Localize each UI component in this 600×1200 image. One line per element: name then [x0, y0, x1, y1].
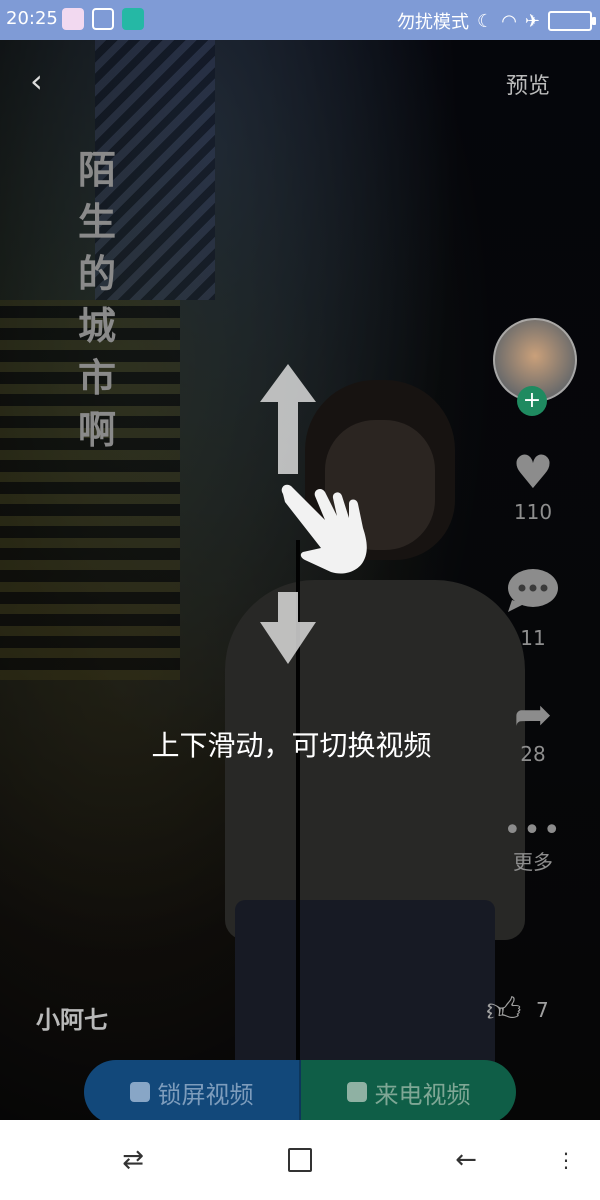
set-video-actions: 锁屏视频 来电视频	[84, 1060, 516, 1120]
nav-home-button[interactable]	[280, 1144, 320, 1176]
more-dots-icon: •••	[503, 813, 563, 848]
thumbs-up-count: 7	[536, 998, 549, 1022]
chevron-left-icon: ‹	[30, 62, 43, 100]
dnd-label: 勿扰模式	[397, 12, 470, 33]
swipe-up-arrow-icon	[260, 364, 316, 474]
comment-icon	[493, 566, 573, 626]
square-home-icon	[288, 1148, 312, 1172]
comment-button[interactable]: 11	[493, 566, 573, 650]
status-right: 勿扰模式 ☾ ◠ ✈	[397, 8, 596, 34]
more-label: 更多	[513, 850, 553, 874]
swipe-down-arrow-icon	[260, 592, 316, 664]
lock-screen-video-button[interactable]: 锁屏视频	[84, 1060, 301, 1120]
more-button[interactable]: ••• 更多	[493, 816, 573, 875]
menu-lines-icon: ⋮	[556, 1148, 576, 1172]
status-bar: 20:25 勿扰模式 ☾ ◠ ✈	[0, 0, 600, 40]
video-player[interactable]: 陌生的城市啊 + ♥ 110 11 ➦ 28 ••• 更多 小阿七 👍︎ 7 锁…	[0, 40, 600, 1120]
wifi-icon: ◠	[501, 10, 517, 32]
usb-icon	[122, 8, 144, 30]
status-time: 20:25	[6, 8, 58, 29]
lock-screen-video-label: 锁屏视频	[157, 1080, 254, 1109]
moon-icon: ☾	[477, 10, 494, 32]
heart-icon: ♥	[512, 445, 554, 499]
like-count: 110	[513, 500, 553, 524]
call-video-button[interactable]: 来电视频	[301, 1060, 516, 1120]
thumb-notification-icon	[92, 8, 114, 30]
nav-menu-button[interactable]: ⋮	[546, 1144, 586, 1176]
comment-count: 11	[520, 626, 546, 650]
video-vertical-title: 陌生的城市啊	[78, 147, 117, 452]
lock-icon	[129, 1082, 150, 1102]
swipe-hand-icon	[281, 484, 367, 574]
app-notification-icon	[62, 8, 84, 30]
nav-switch-button[interactable]: ⇄	[113, 1144, 153, 1176]
switch-arrows-icon: ⇄	[122, 1145, 144, 1175]
preview-button[interactable]: 预览	[506, 68, 550, 100]
back-arrow-icon: ←	[455, 1145, 477, 1175]
author-name[interactable]: 小阿七	[36, 1000, 108, 1035]
nav-back-button[interactable]: ←	[446, 1144, 486, 1176]
phone-icon	[346, 1082, 367, 1102]
call-video-label: 来电视频	[374, 1080, 471, 1109]
thumbs-up-icon[interactable]: 👍︎	[486, 990, 522, 1031]
follow-plus-icon[interactable]: +	[517, 386, 547, 416]
navigation-bar: ⇄ ← ⋮	[0, 1120, 600, 1200]
battery-icon	[548, 11, 596, 31]
airplane-icon: ✈	[524, 10, 540, 32]
back-button[interactable]: ‹	[30, 65, 60, 97]
like-button[interactable]: ♥ 110	[493, 444, 573, 524]
swipe-hint-text: 上下滑动，可切换视频	[151, 729, 432, 762]
comment-bubble-svg	[508, 569, 558, 612]
